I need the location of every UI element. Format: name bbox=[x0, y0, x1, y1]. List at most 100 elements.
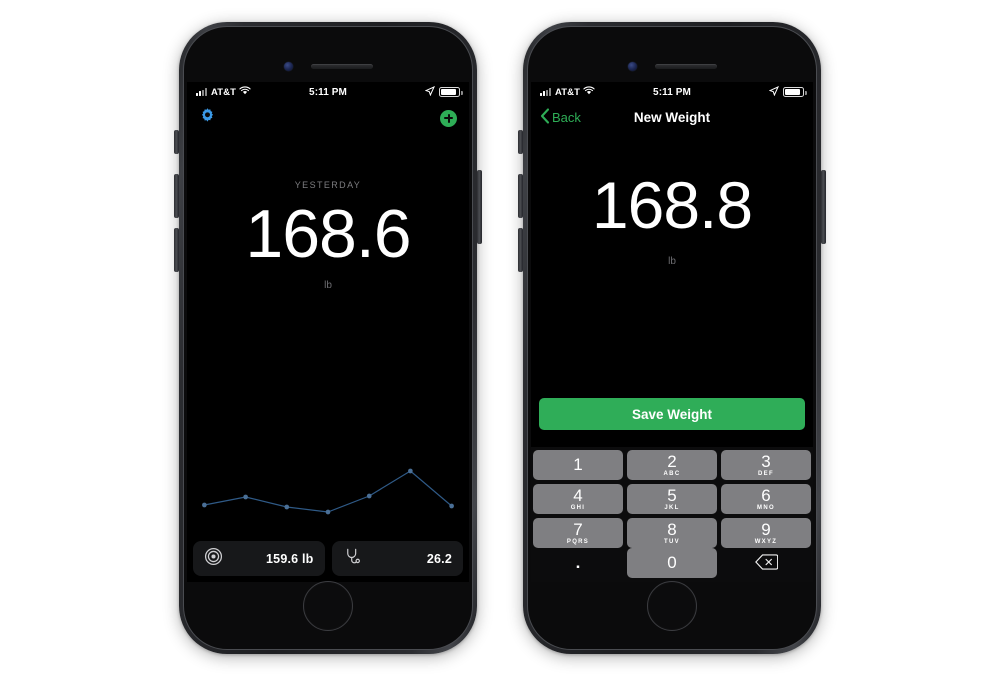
chart-point[interactable] bbox=[325, 509, 331, 515]
keypad-row-bottom: . 0 bbox=[533, 548, 811, 578]
key-2[interactable]: 2 ABC bbox=[627, 450, 717, 480]
location-arrow-icon bbox=[424, 85, 436, 99]
weight-value: 168.6 bbox=[245, 196, 411, 272]
new-weight-unit-label: lb bbox=[668, 256, 676, 267]
key-7-letters: PQRS bbox=[566, 538, 590, 545]
key-5-letters: JKL bbox=[664, 504, 680, 511]
weight-trend-chart[interactable] bbox=[187, 435, 469, 535]
home-nav-bar bbox=[187, 102, 469, 134]
sensor-housing bbox=[184, 59, 472, 73]
key-backspace[interactable] bbox=[721, 548, 811, 578]
chart-point[interactable] bbox=[202, 502, 207, 508]
stethoscope-icon bbox=[343, 547, 362, 571]
weight-date-label: YESTERDAY bbox=[294, 180, 362, 190]
wifi-icon bbox=[583, 86, 595, 98]
key-3[interactable]: 3 DEF bbox=[721, 450, 811, 480]
key-8[interactable]: 8 TUV bbox=[627, 518, 717, 548]
chart-point[interactable] bbox=[243, 494, 248, 500]
volume-up-button[interactable] bbox=[518, 174, 523, 218]
key-6-letters: MNO bbox=[757, 504, 775, 511]
backspace-icon bbox=[754, 553, 778, 573]
signal-bars-icon bbox=[540, 88, 551, 96]
key-8-letters: TUV bbox=[664, 538, 680, 545]
current-weight-block: YESTERDAY 168.6 lb bbox=[187, 134, 469, 291]
phone-body: AT&T 5:11 PM bbox=[183, 26, 473, 650]
sensor-housing bbox=[528, 59, 816, 73]
new-weight-entry-block[interactable]: 168.8 lb bbox=[531, 132, 813, 267]
volume-down-button[interactable] bbox=[174, 228, 179, 272]
target-icon bbox=[204, 547, 223, 571]
carrier-label: AT&T bbox=[555, 86, 581, 98]
key-1-label: 1 bbox=[573, 455, 583, 474]
new-weight-value: 168.8 bbox=[591, 168, 753, 242]
mute-switch[interactable] bbox=[174, 130, 179, 154]
new-weight-nav-bar: Back New Weight bbox=[531, 102, 813, 132]
volume-down-button[interactable] bbox=[518, 228, 523, 272]
key-2-letters: ABC bbox=[663, 470, 681, 477]
key-0-label: 0 bbox=[667, 553, 677, 572]
volume-up-button[interactable] bbox=[174, 174, 179, 218]
key-6-label: 6 bbox=[761, 485, 771, 505]
gear-icon[interactable] bbox=[199, 107, 216, 129]
battery-icon bbox=[439, 87, 463, 97]
key-4-label: 4 bbox=[573, 485, 583, 505]
keypad-row-1: 1 2 ABC 3 DEF bbox=[533, 450, 811, 480]
key-7-label: 7 bbox=[573, 519, 583, 539]
key-4-letters: GHI bbox=[570, 504, 586, 511]
phone-comparison-scene: AT&T 5:11 PM YESTERDAY 168.6 lb 159.6 lb… bbox=[0, 0, 1000, 676]
keypad-row-3: 7 PQRS 8 TUV 9 WXYZ bbox=[533, 518, 811, 548]
carrier-label: AT&T bbox=[211, 86, 237, 98]
clock-label: 5:11 PM bbox=[653, 86, 691, 98]
chart-point[interactable] bbox=[284, 504, 290, 510]
chart-point[interactable] bbox=[408, 468, 413, 474]
key-2-label: 2 bbox=[667, 451, 677, 471]
save-weight-button[interactable]: Save Weight bbox=[539, 398, 805, 430]
screen-new-weight: AT&T 5:11 PM Back New Weight 168.8 lb Sa… bbox=[531, 82, 813, 582]
stat-bmi[interactable]: 26.2 bbox=[331, 541, 463, 576]
battery-icon bbox=[783, 87, 807, 97]
phone-device-home: AT&T 5:11 PM YESTERDAY 168.6 lb 159.6 lb… bbox=[174, 22, 482, 654]
earpiece-speaker bbox=[654, 63, 717, 69]
status-bar: AT&T 5:11 PM bbox=[187, 82, 469, 102]
screen-home: AT&T 5:11 PM YESTERDAY 168.6 lb 159.6 lb… bbox=[187, 82, 469, 582]
wifi-icon bbox=[239, 86, 251, 98]
plus-circle-icon[interactable] bbox=[440, 109, 457, 127]
home-button[interactable] bbox=[647, 581, 697, 631]
phone-device-new-weight: AT&T 5:11 PM Back New Weight 168.8 lb Sa… bbox=[518, 22, 826, 654]
chart-point[interactable] bbox=[366, 493, 372, 499]
key-5-label: 5 bbox=[667, 485, 677, 505]
key-9[interactable]: 9 WXYZ bbox=[721, 518, 811, 548]
mute-switch[interactable] bbox=[518, 130, 523, 154]
signal-bars-icon bbox=[196, 88, 207, 96]
keypad-row-2: 4 GHI 5 JKL 6 MNO bbox=[533, 484, 811, 514]
chart-svg bbox=[202, 468, 454, 515]
key-8-label: 8 bbox=[667, 519, 677, 539]
stats-row: 159.6 lb 26.2 bbox=[193, 541, 463, 576]
location-arrow-icon bbox=[768, 85, 780, 99]
earpiece-speaker bbox=[310, 63, 373, 69]
phone-body: AT&T 5:11 PM bbox=[527, 26, 817, 650]
key-decimal-label: . bbox=[575, 553, 581, 572]
stat-bmi-value: 26.2 bbox=[426, 551, 452, 566]
key-0[interactable]: 0 bbox=[627, 548, 717, 578]
key-1[interactable]: 1 bbox=[533, 450, 623, 480]
clock-label: 5:11 PM bbox=[309, 86, 347, 98]
key-4[interactable]: 4 GHI bbox=[533, 484, 623, 514]
home-button[interactable] bbox=[303, 581, 353, 631]
key-5[interactable]: 5 JKL bbox=[627, 484, 717, 514]
key-6[interactable]: 6 MNO bbox=[721, 484, 811, 514]
front-camera-icon bbox=[283, 61, 293, 71]
stat-goal-weight[interactable]: 159.6 lb bbox=[193, 541, 325, 576]
numeric-keypad: 1 2 ABC 3 DEF 4 GHI 5 JKL 6 MNO 7 PQRS 8 TUV 9 WXYZ . 0 bbox=[531, 447, 813, 582]
key-7[interactable]: 7 PQRS bbox=[533, 518, 623, 548]
key-decimal[interactable]: . bbox=[533, 548, 623, 578]
chart-point[interactable] bbox=[449, 503, 454, 509]
page-title: New Weight bbox=[633, 109, 711, 125]
weight-unit-label: lb bbox=[324, 280, 332, 291]
power-button[interactable] bbox=[821, 170, 826, 244]
key-3-letters: DEF bbox=[758, 470, 774, 477]
key-3-label: 3 bbox=[761, 451, 771, 471]
power-button[interactable] bbox=[477, 170, 482, 244]
stat-goal-value: 159.6 lb bbox=[266, 551, 314, 566]
front-camera-icon bbox=[627, 61, 637, 71]
